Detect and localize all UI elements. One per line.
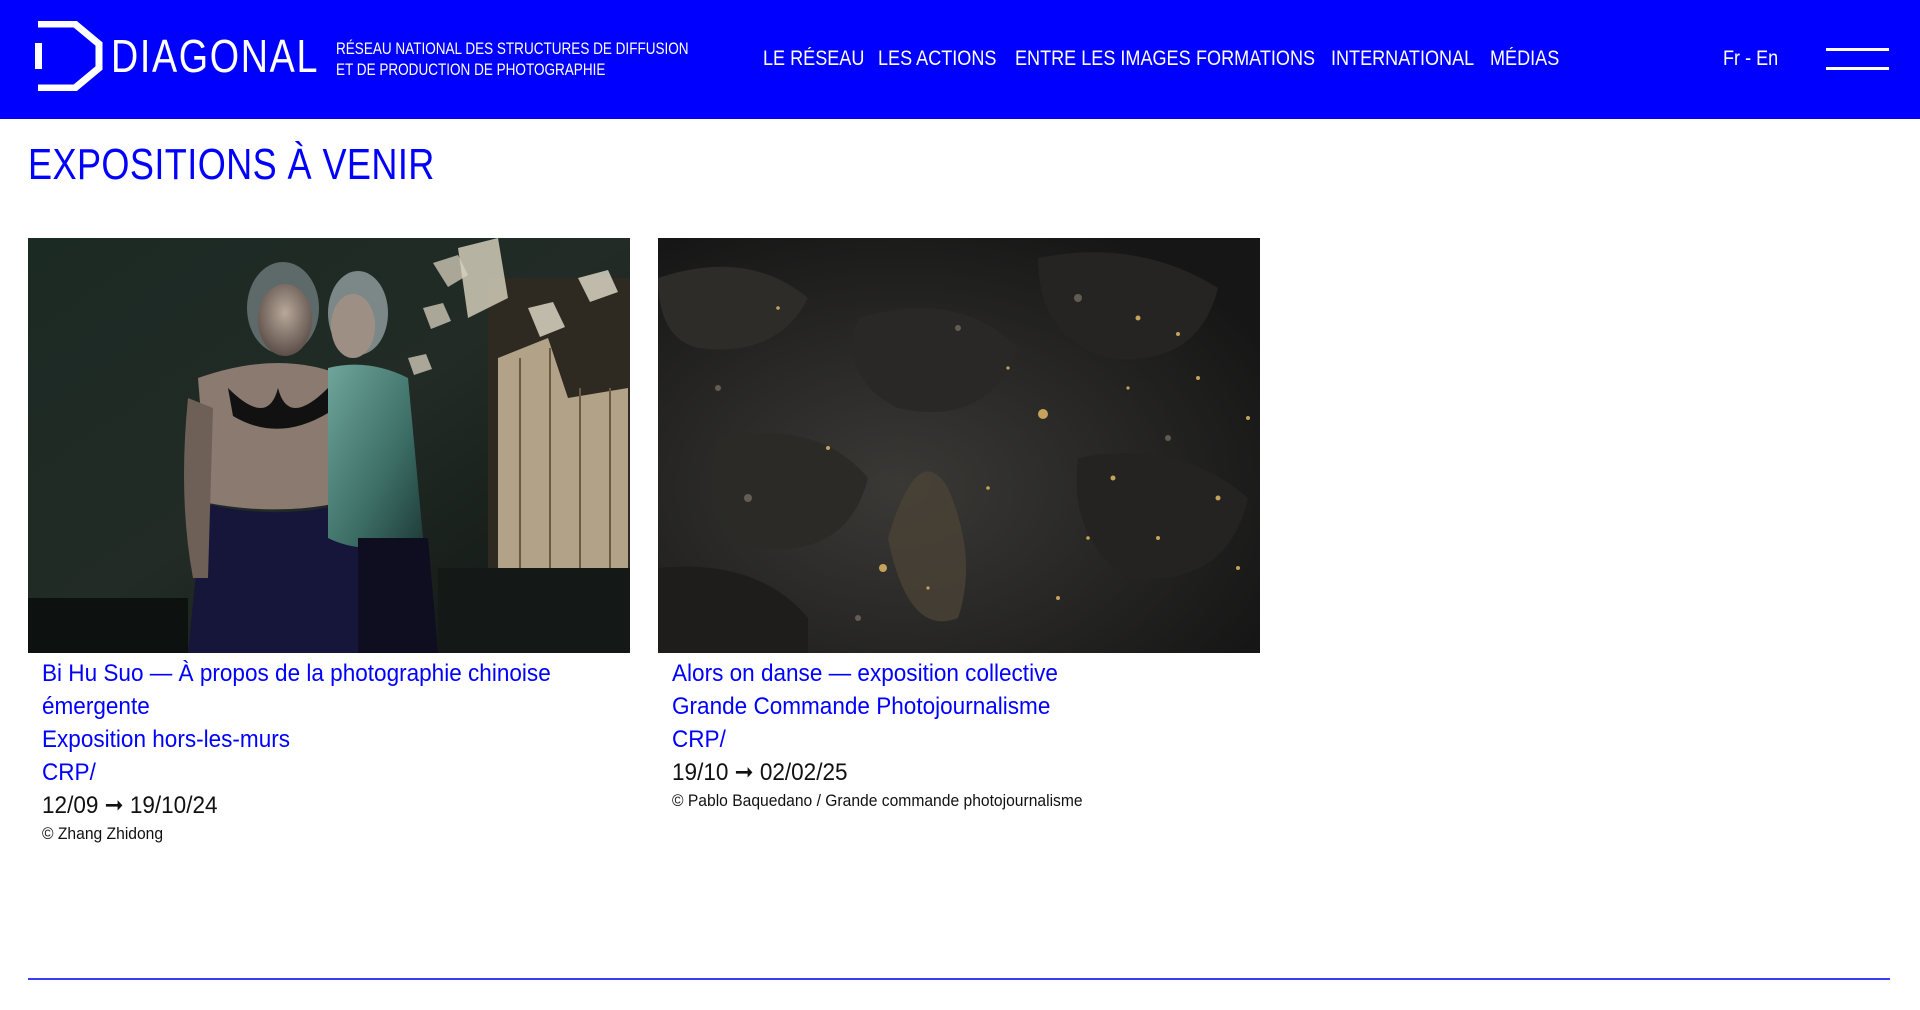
- photo-credit: © Pablo Baquedano / Grande commande phot…: [672, 791, 1083, 810]
- nav-item-entre-les-images[interactable]: Entre les images: [1015, 47, 1191, 71]
- exhibition-card: Bi Hu Suo — À propos de la photographie …: [28, 238, 630, 846]
- exhibition-type[interactable]: Exposition hors-les-murs: [42, 723, 612, 756]
- footer-divider: [28, 978, 1890, 980]
- photo-credit: © Zhang Zhidong: [42, 824, 164, 843]
- nav-item-les-actions[interactable]: Les actions: [878, 47, 996, 71]
- nav-item-international[interactable]: International: [1331, 47, 1474, 71]
- exhibition-info: Bi Hu Suo — À propos de la photographie …: [28, 653, 630, 846]
- nav-item-le-reseau[interactable]: Le Réseau: [763, 47, 864, 71]
- exhibition-type[interactable]: Grande Commande Photojournalisme: [672, 690, 1242, 723]
- hamburger-bar-top: [1826, 48, 1889, 51]
- tagline: Réseau national des structures de diffus…: [336, 39, 689, 81]
- exhibition-title-link[interactable]: Bi Hu Suo — À propos de la photographie …: [42, 657, 612, 723]
- logo[interactable]: DIAGONAL: [35, 21, 365, 91]
- hamburger-bar-bottom: [1826, 67, 1889, 70]
- site-header: DIAGONAL Réseau national des structures …: [0, 0, 1920, 119]
- tagline-line-1: Réseau national des structures de diffus…: [336, 40, 689, 58]
- exhibition-dates: 19/10 ➞ 02/02/25: [672, 759, 848, 786]
- page-title: Expositions à venir: [28, 140, 435, 189]
- diagonal-logo-icon: [35, 21, 103, 91]
- tagline-line-2: et de production de photographie: [336, 61, 606, 79]
- hamburger-icon[interactable]: [1826, 48, 1889, 70]
- exhibition-title-link[interactable]: Alors on danse — exposition collective: [672, 657, 1242, 690]
- nav-item-medias[interactable]: Médias: [1490, 47, 1559, 71]
- nav-item-formations[interactable]: Formations: [1196, 47, 1315, 71]
- lang-en-link[interactable]: En: [1756, 47, 1778, 70]
- language-switcher: Fr - En: [1723, 47, 1778, 71]
- lang-separator: -: [1740, 47, 1757, 70]
- exhibition-photo[interactable]: [658, 238, 1260, 653]
- logo-text: DIAGONAL: [111, 30, 320, 82]
- exhibition-venue[interactable]: CRP/: [672, 723, 1242, 756]
- exhibition-photo[interactable]: [28, 238, 630, 653]
- exhibition-info: Alors on danse — exposition collective G…: [658, 653, 1260, 813]
- exhibition-card: Alors on danse — exposition collective G…: [658, 238, 1260, 813]
- exhibition-venue[interactable]: CRP/: [42, 756, 612, 789]
- main-nav: Le Réseau Les actions Entre les images F…: [763, 47, 1560, 71]
- exhibition-dates: 12/09 ➞ 19/10/24: [42, 792, 218, 819]
- lang-fr-link[interactable]: Fr: [1723, 47, 1740, 70]
